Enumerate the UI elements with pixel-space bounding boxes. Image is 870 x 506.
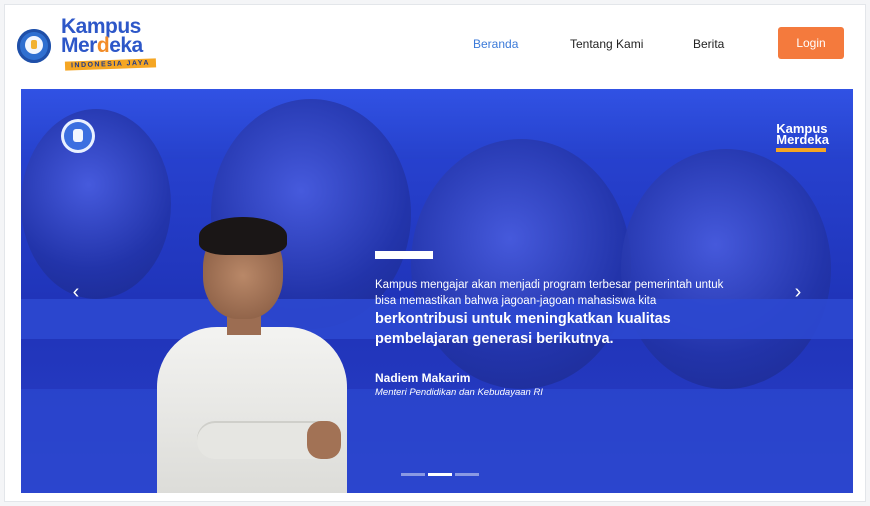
carousel-indicator[interactable]: [455, 473, 479, 476]
quote-author: Nadiem Makarim Menteri Pendidikan dan Ke…: [375, 371, 543, 398]
main-nav: Beranda Tentang Kami Berita: [5, 33, 865, 57]
nav-tentang-kami[interactable]: Tentang Kami: [570, 37, 643, 51]
background-child-image: [21, 109, 171, 299]
carousel-prev-icon[interactable]: ‹: [65, 281, 87, 303]
nav-berita[interactable]: Berita: [693, 37, 724, 51]
login-button[interactable]: Login: [778, 27, 844, 59]
background-child-image: [621, 149, 831, 389]
hero-kampus-merdeka-logo: Kampus Merdeka: [776, 122, 829, 152]
hero-quote: Kampus mengajar akan menjadi program ter…: [375, 277, 735, 349]
kemdikbud-seal-icon: [61, 119, 95, 153]
author-name: Nadiem Makarim: [375, 371, 471, 385]
carousel-indicator-active[interactable]: [428, 473, 452, 476]
carousel-indicator[interactable]: [401, 473, 425, 476]
background-child-image: [411, 139, 631, 389]
quote-accent-bar: [375, 251, 433, 259]
logo-tagline: INDONESIA JAYA: [64, 58, 157, 71]
site-header: Kampus Merdeka INDONESIA JAYA Beranda Te…: [5, 5, 865, 83]
author-role: Menteri Pendidikan dan Kebudayaan RI: [375, 387, 543, 398]
nav-beranda[interactable]: Beranda: [473, 37, 518, 51]
minister-portrait-image: [157, 217, 347, 493]
page: Kampus Merdeka INDONESIA JAYA Beranda Te…: [4, 4, 866, 502]
quote-highlight: berkontribusi untuk meningkatkan kualita…: [375, 311, 671, 347]
hero-carousel: Kampus Merdeka Kampus mengajar akan menj…: [21, 89, 853, 493]
carousel-next-icon[interactable]: ›: [787, 281, 809, 303]
quote-text: Kampus mengajar akan menjadi program ter…: [375, 279, 724, 307]
